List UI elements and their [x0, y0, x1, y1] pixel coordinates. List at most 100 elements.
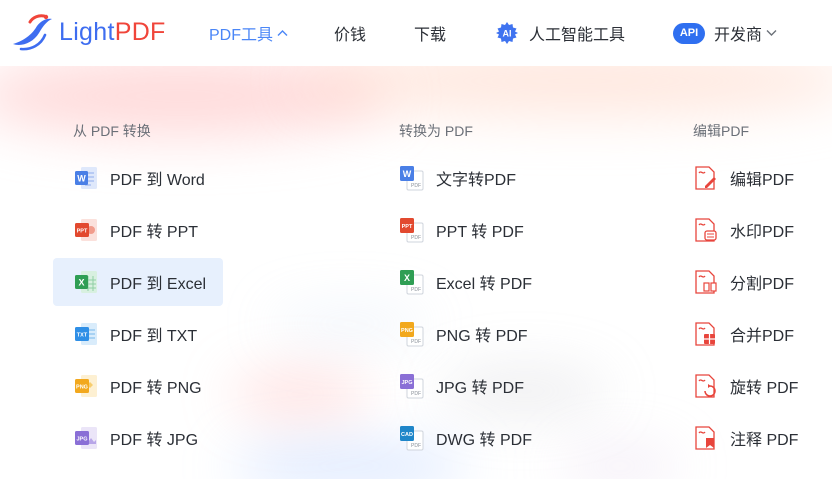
word-icon: W [73, 165, 99, 191]
ppt-icon: PPT [73, 217, 99, 243]
menu-item-label: 旋转 PDF [730, 380, 799, 397]
word-to-pdf-icon: PDF W [399, 165, 425, 191]
svg-text:PNG: PNG [76, 385, 88, 391]
nav-price-label: 价钱 [334, 27, 367, 44]
menu-item-label: DWG 转 PDF [436, 432, 532, 449]
menu-item-pdf-to-txt[interactable]: TXT PDF 到 TXT [73, 310, 197, 358]
menu-item-pdf-to-jpg[interactable]: JPG PDF 转 JPG [73, 414, 198, 462]
jpg-icon: JPG [73, 425, 99, 451]
nav-developers[interactable]: API 开发商 [673, 20, 777, 46]
menu-item-pdf-to-excel[interactable]: X PDF 到 Excel [53, 258, 223, 306]
merge-pdf-icon [693, 321, 719, 347]
nav-download-label: 下载 [414, 27, 447, 44]
column-title-from-pdf: 从 PDF 转换 [73, 123, 151, 139]
png-icon: PNG [73, 373, 99, 399]
menu-item-jpg-to-pdf[interactable]: PDF JPG JPG 转 PDF [399, 362, 524, 410]
menu-item-pdf-to-word[interactable]: W PDF 到 Word [73, 154, 205, 202]
svg-text:CAD: CAD [401, 432, 413, 438]
watermark-pdf-icon [693, 217, 719, 243]
svg-text:PDF: PDF [411, 391, 421, 397]
svg-text:JPG: JPG [401, 380, 412, 386]
column-title-edit-pdf: 编辑PDF [693, 123, 749, 139]
txt-icon: TXT [73, 321, 99, 347]
menu-item-pdf-to-png[interactable]: PNG PDF 转 PNG [73, 362, 202, 410]
menu-item-dwg-to-pdf[interactable]: PDF CAD DWG 转 PDF [399, 414, 532, 462]
split-pdf-icon [693, 269, 719, 295]
svg-text:PDF: PDF [411, 183, 421, 189]
lightpdf-logo[interactable]: LightPDF [9, 13, 166, 51]
svg-text:PDF: PDF [411, 235, 421, 241]
menu-item-label: PDF 转 PPT [110, 224, 199, 241]
background-glow [300, 66, 832, 116]
logo-wordmark: LightPDF [59, 17, 166, 46]
menu-item-excel-to-pdf[interactable]: PDF X Excel 转 PDF [399, 258, 532, 306]
menu-item-label: PPT 转 PDF [436, 224, 524, 241]
menu-item-label: PDF 转 PNG [110, 380, 202, 397]
svg-text:PNG: PNG [401, 328, 413, 334]
menu-item-rotate-pdf[interactable]: 旋转 PDF [693, 362, 798, 410]
svg-text:PPT: PPT [77, 229, 88, 235]
top-navigation-bar: LightPDF PDF工具 价钱 下载 AI 人工智能工具 API 开发商 [0, 0, 832, 66]
menu-item-word-to-pdf[interactable]: PDF W 文字转PDF [399, 154, 516, 202]
ai-gear-icon: AI [495, 21, 519, 45]
nav-pdf-tools-label: PDF工具 [209, 27, 274, 44]
logo-light-text: Light [59, 17, 115, 46]
api-badge: API [673, 22, 705, 44]
svg-text:W: W [77, 174, 86, 184]
menu-item-annotate-pdf[interactable]: 注释 PDF [693, 414, 798, 462]
svg-text:PDF: PDF [411, 443, 421, 449]
excel-to-pdf-icon: PDF X [399, 269, 425, 295]
logo-pdf-text: PDF [114, 17, 166, 46]
svg-text:PDF: PDF [411, 287, 421, 293]
annotate-pdf-icon [693, 425, 719, 451]
svg-text:JPG: JPG [76, 437, 87, 443]
ppt-to-pdf-icon: PDF PPT [399, 217, 425, 243]
svg-text:X: X [404, 273, 410, 283]
jpg-to-pdf-icon: PDF JPG [399, 373, 425, 399]
menu-item-merge-pdf[interactable]: 合并PDF [693, 310, 794, 358]
menu-item-label: 合并PDF [730, 328, 795, 345]
chevron-up-icon [277, 30, 288, 36]
menu-item-edit-pdf[interactable]: 编辑PDF [693, 154, 794, 202]
svg-text:X: X [78, 278, 84, 288]
menu-item-label: 水印PDF [730, 224, 795, 241]
menu-item-split-pdf[interactable]: 分割PDF [693, 258, 794, 306]
menu-item-label: 编辑PDF [730, 172, 795, 189]
menu-item-label: PDF 到 Word [110, 172, 205, 189]
menu-item-label: PDF 到 TXT [110, 328, 198, 345]
nav-price[interactable]: 价钱 [334, 20, 366, 46]
excel-icon: X [73, 269, 99, 295]
menu-item-label: PDF 到 Excel [110, 276, 207, 293]
background-glow [560, 446, 680, 479]
pdf-tools-dropdown-menu: 从 PDF 转换 W PDF 到 Word PPT PDF 转 PPT X PD… [0, 66, 832, 479]
nav-ai-tools-label: 人工智能工具 [529, 27, 626, 44]
background-glow [230, 371, 370, 417]
ai-badge-text: AI [503, 29, 512, 39]
menu-item-label: Excel 转 PDF [436, 276, 533, 293]
svg-text:PPT: PPT [402, 224, 413, 230]
column-title-to-pdf: 转换为 PDF [399, 123, 473, 139]
menu-item-label: PDF 转 JPG [110, 432, 199, 449]
edit-pdf-icon [693, 165, 719, 191]
png-to-pdf-icon: PDF PNG [399, 321, 425, 347]
menu-item-label: 文字转PDF [436, 172, 517, 189]
menu-item-label: JPG 转 PDF [436, 380, 525, 397]
svg-text:TXT: TXT [77, 333, 88, 339]
menu-item-ppt-to-pdf[interactable]: PDF PPT PPT 转 PDF [399, 206, 524, 254]
menu-item-pdf-to-ppt[interactable]: PPT PDF 转 PPT [73, 206, 198, 254]
nav-download[interactable]: 下载 [414, 20, 446, 46]
nav-pdf-tools[interactable]: PDF工具 [209, 20, 288, 46]
dwg-to-pdf-icon: PDF CAD [399, 425, 425, 451]
bird-logo-icon [13, 14, 52, 51]
menu-item-label: 分割PDF [730, 276, 795, 293]
menu-item-label: PNG 转 PDF [436, 328, 528, 345]
menu-item-png-to-pdf[interactable]: PDF PNG PNG 转 PDF [399, 310, 528, 358]
menu-item-label: 注释 PDF [730, 432, 799, 449]
svg-text:PDF: PDF [411, 339, 421, 345]
svg-text:W: W [403, 169, 412, 179]
nav-developers-label: 开发商 [714, 27, 763, 44]
chevron-down-icon [766, 30, 777, 36]
rotate-pdf-icon [693, 373, 719, 399]
menu-item-watermark-pdf[interactable]: 水印PDF [693, 206, 794, 254]
nav-ai-tools[interactable]: AI 人工智能工具 [495, 20, 625, 46]
